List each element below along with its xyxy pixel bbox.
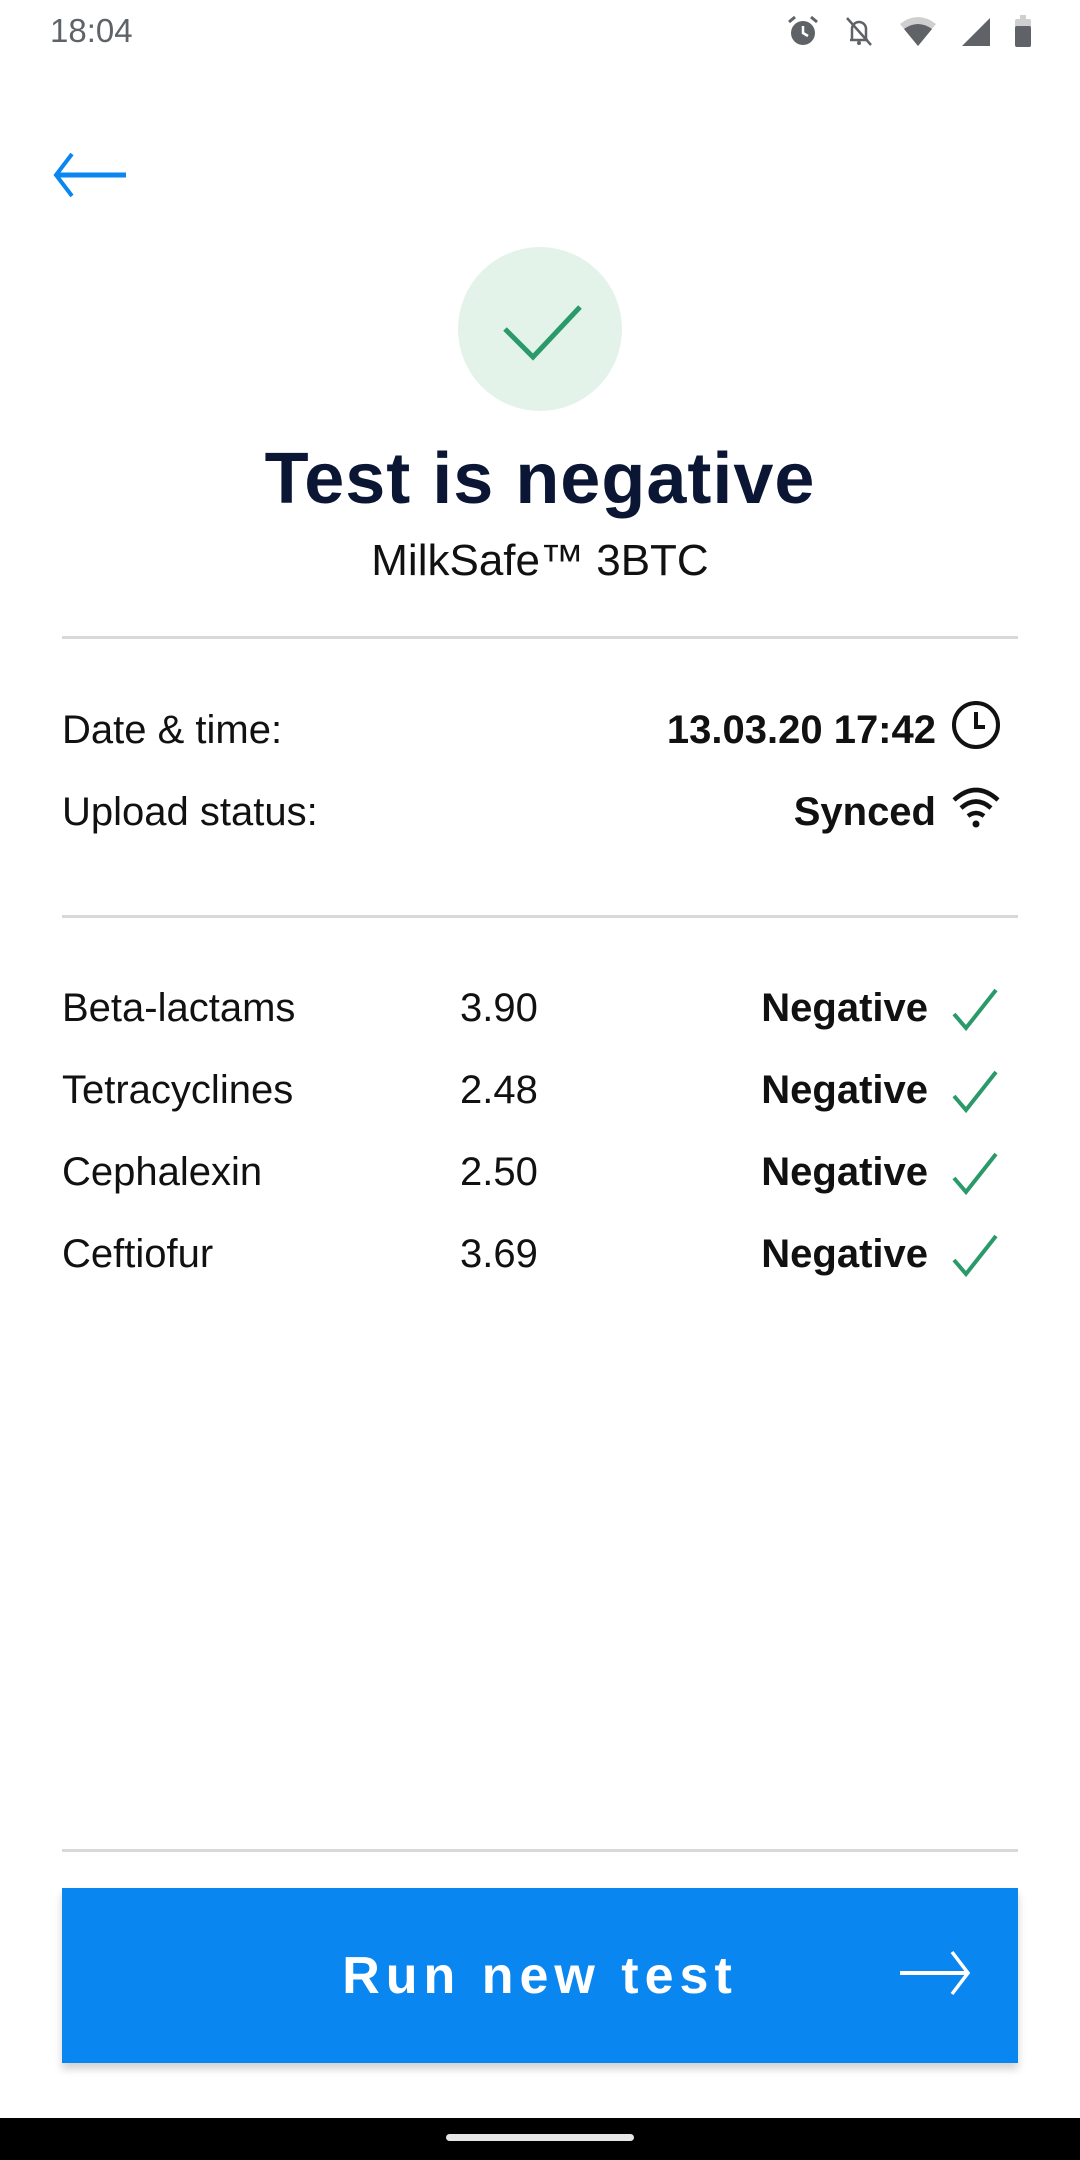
run-new-test-button[interactable]: Run new test	[62, 1888, 1018, 2063]
result-row: Tetracyclines 2.48 Negative	[62, 1062, 1002, 1122]
arrow-left-icon	[52, 152, 132, 204]
status-bar: 18:04	[0, 0, 1080, 66]
result-row: Beta-lactams 3.90 Negative	[62, 980, 1002, 1040]
info-value: Synced	[793, 789, 936, 834]
result-badge	[458, 247, 622, 411]
antibiotic-name: Ceftiofur	[62, 1232, 214, 1276]
antibiotic-status: Negative	[761, 1068, 928, 1112]
antibiotic-status: Negative	[761, 1232, 928, 1276]
arrow-right-icon	[898, 1948, 972, 2003]
run-new-test-label: Run new test	[342, 1947, 738, 2005]
clock-icon	[950, 699, 1002, 761]
check-icon	[948, 1230, 1002, 1289]
back-button[interactable]	[52, 150, 132, 200]
check-icon	[948, 984, 1002, 1043]
info-row-upload-status: Upload status: Synced	[62, 782, 1002, 842]
home-gesture-handle[interactable]	[446, 2134, 634, 2141]
antibiotic-value: 2.48	[460, 1068, 538, 1112]
result-row: Cephalexin 2.50 Negative	[62, 1144, 1002, 1204]
check-icon	[948, 1148, 1002, 1207]
result-row: Ceftiofur 3.69 Negative	[62, 1226, 1002, 1286]
alarm-icon	[786, 14, 820, 48]
product-name: MilkSafe™ 3BTC	[371, 536, 709, 585]
antibiotic-status: Negative	[761, 1150, 928, 1194]
cell-signal-icon	[960, 14, 992, 48]
page-title: Test is negative	[264, 439, 816, 519]
status-icons	[786, 14, 1032, 48]
info-label: Date & time:	[62, 707, 283, 752]
divider	[62, 915, 1018, 918]
info-value-wrap: Synced	[794, 784, 1002, 840]
antibiotic-status: Negative	[761, 986, 928, 1030]
antibiotic-value: 2.50	[460, 1150, 538, 1194]
notifications-off-icon	[842, 14, 876, 48]
wifi-icon	[950, 784, 1002, 840]
info-label: Upload status:	[62, 789, 318, 834]
divider	[62, 636, 1018, 639]
info-value-wrap: 13.03.20 17:42	[667, 699, 1002, 761]
status-time: 18:04	[50, 12, 133, 49]
info-row-date-time: Date & time: 13.03.20 17:42	[62, 700, 1002, 760]
antibiotic-name: Cephalexin	[62, 1150, 263, 1194]
divider	[62, 1849, 1018, 1852]
system-nav-bar	[0, 2118, 1080, 2160]
antibiotic-value: 3.69	[460, 1232, 538, 1276]
check-icon	[948, 1066, 1002, 1125]
antibiotic-value: 3.90	[460, 986, 538, 1030]
battery-icon	[1014, 14, 1032, 48]
wifi-signal-icon	[898, 14, 938, 48]
info-value: 13.03.20 17:42	[666, 707, 936, 752]
antibiotic-name: Tetracyclines	[62, 1068, 294, 1112]
antibiotic-name: Beta-lactams	[62, 986, 296, 1030]
